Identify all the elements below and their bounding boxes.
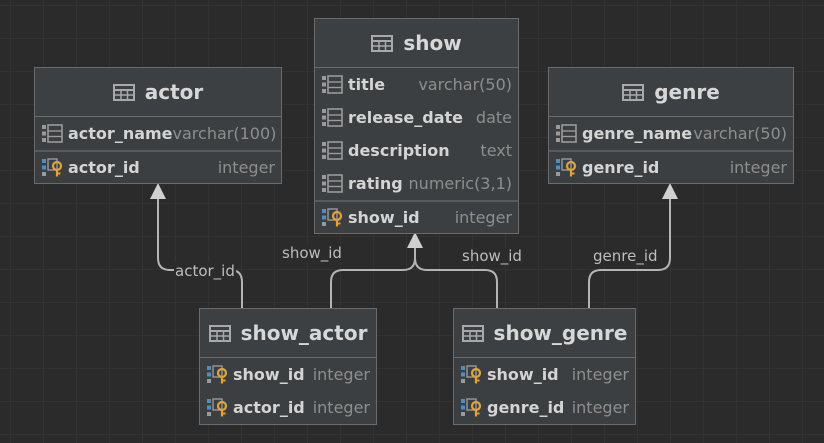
table-icon bbox=[208, 324, 231, 342]
column-name: genre_id bbox=[487, 398, 565, 417]
primary-key-column-icon bbox=[206, 398, 228, 417]
column-type: integer bbox=[571, 365, 629, 384]
table-header-show-genre: show_genre bbox=[454, 309, 635, 358]
table-icon bbox=[371, 34, 394, 52]
table-name: show bbox=[403, 31, 462, 55]
column-name: genre_name bbox=[582, 124, 693, 143]
column-type: varchar(100) bbox=[172, 124, 277, 143]
column-name: show_id bbox=[348, 208, 420, 227]
column-row[interactable]: title varchar(50) bbox=[315, 68, 518, 101]
column-type: date bbox=[475, 108, 512, 127]
column-name: description bbox=[348, 141, 450, 160]
edge-label-actor-id: actor_id bbox=[174, 262, 236, 280]
edge-label-genre-id: genre_id bbox=[592, 247, 659, 265]
table-icon bbox=[112, 83, 135, 101]
table-header-show-actor: show_actor bbox=[200, 309, 376, 358]
arrowhead-show bbox=[407, 232, 423, 248]
primary-key-column-icon bbox=[41, 158, 63, 177]
column-type: integer bbox=[312, 365, 370, 384]
primary-key-column-icon bbox=[460, 365, 482, 384]
column-name: show_id bbox=[487, 365, 559, 384]
key-column-row[interactable]: actor_id integer bbox=[35, 150, 281, 183]
column-name: title bbox=[348, 75, 386, 94]
table-name: actor bbox=[144, 80, 204, 104]
table-header-actor: actor bbox=[35, 68, 281, 117]
table-show-genre[interactable]: show_genre show_id integer genre_id integer bbox=[453, 308, 636, 425]
table-name: show_actor bbox=[240, 321, 368, 345]
column-name: show_id bbox=[233, 365, 305, 384]
edge-label-show-id-right: show_id bbox=[461, 247, 523, 265]
arrowhead-actor bbox=[150, 183, 166, 199]
column-icon bbox=[321, 75, 343, 94]
primary-key-column-icon bbox=[460, 398, 482, 417]
key-column-row[interactable]: genre_id integer bbox=[549, 150, 793, 183]
column-type: integer bbox=[571, 398, 629, 417]
table-show[interactable]: show title varchar(50) release_date date des… bbox=[314, 18, 519, 234]
column-icon bbox=[41, 124, 63, 143]
column-row[interactable]: release_date date bbox=[315, 101, 518, 134]
primary-key-column-icon bbox=[206, 365, 228, 384]
column-list: show_id integer genre_id integer bbox=[454, 358, 635, 424]
arrowhead-genre bbox=[662, 183, 678, 199]
column-list: show_id integer actor_id integer bbox=[200, 358, 376, 424]
column-type: varchar(50) bbox=[693, 124, 787, 143]
table-name: genre bbox=[654, 80, 720, 104]
column-name: actor_name bbox=[68, 124, 173, 143]
edge-show-actor-to-actor bbox=[157, 196, 243, 308]
key-column-row[interactable]: actor_id integer bbox=[200, 391, 376, 424]
table-genre[interactable]: genre genre_name varchar(50) genre_id integ… bbox=[548, 67, 794, 184]
primary-key-column-icon bbox=[321, 208, 343, 227]
table-actor[interactable]: actor actor_name varchar(100) actor_id inte… bbox=[34, 67, 282, 184]
column-type: varchar(50) bbox=[418, 75, 512, 94]
column-name: actor_id bbox=[68, 158, 140, 177]
table-header-show: show bbox=[315, 19, 518, 68]
column-row[interactable]: rating numeric(3,1) bbox=[315, 167, 518, 200]
column-icon bbox=[321, 174, 343, 193]
key-column-row[interactable]: show_id integer bbox=[200, 358, 376, 391]
column-type: integer bbox=[454, 208, 512, 227]
key-column-row[interactable]: show_id integer bbox=[315, 200, 518, 233]
table-name: show_genre bbox=[493, 321, 628, 345]
table-header-genre: genre bbox=[549, 68, 793, 117]
column-type: integer bbox=[217, 158, 275, 177]
column-name: rating bbox=[348, 174, 403, 193]
column-name: actor_id bbox=[233, 398, 305, 417]
column-icon bbox=[555, 124, 577, 143]
column-list: actor_name varchar(100) actor_id integer bbox=[35, 117, 281, 183]
table-icon bbox=[622, 83, 645, 101]
column-icon bbox=[321, 141, 343, 160]
column-list: genre_name varchar(50) genre_id integer bbox=[549, 117, 793, 183]
column-type: integer bbox=[312, 398, 370, 417]
column-name: release_date bbox=[348, 108, 463, 127]
column-row[interactable]: description text bbox=[315, 134, 518, 167]
primary-key-column-icon bbox=[555, 158, 577, 177]
key-column-row[interactable]: show_id integer bbox=[454, 358, 635, 391]
column-icon bbox=[321, 108, 343, 127]
column-row[interactable]: actor_name varchar(100) bbox=[35, 117, 281, 150]
key-column-row[interactable]: genre_id integer bbox=[454, 391, 635, 424]
table-show-actor[interactable]: show_actor show_id integer actor_id integer bbox=[199, 308, 377, 425]
column-type: integer bbox=[729, 158, 787, 177]
column-list: title varchar(50) release_date date descript… bbox=[315, 68, 518, 233]
column-type: numeric(3,1) bbox=[408, 174, 512, 193]
column-row[interactable]: genre_name varchar(50) bbox=[549, 117, 793, 150]
column-name: genre_id bbox=[582, 158, 660, 177]
edge-label-show-id-left: show_id bbox=[281, 244, 343, 262]
edge-show-actor-to-show bbox=[330, 248, 416, 308]
column-type: text bbox=[480, 141, 512, 160]
table-icon bbox=[461, 324, 484, 342]
